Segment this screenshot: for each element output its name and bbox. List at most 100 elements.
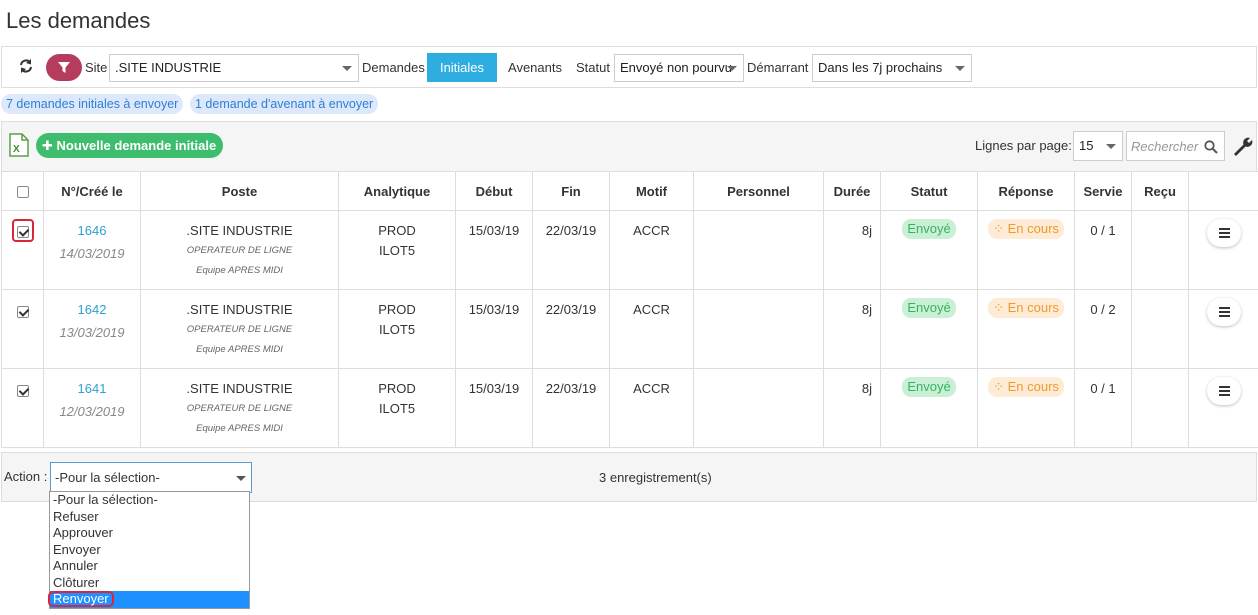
duration: 8j: [861, 223, 872, 238]
pill-initiales-to-send[interactable]: 7 demandes initiales à envoyer: [1, 94, 184, 114]
pill-avenant-to-send[interactable]: 1 demande d'avenant à envoyer: [190, 94, 379, 114]
col-numero[interactable]: N°/Créé le: [43, 171, 141, 211]
option-annuler[interactable]: Annuler: [50, 558, 249, 575]
col-statut[interactable]: Statut: [880, 171, 978, 211]
poste-site: .SITE INDUSTRIE: [186, 302, 293, 317]
row-checkbox[interactable]: [16, 305, 29, 318]
lines-per-page-select[interactable]: 15: [1073, 131, 1123, 161]
table-row: 1641 12/03/2019 .SITE INDUSTRIE OPERATEUR …: [1, 368, 1258, 448]
option-envoyer[interactable]: Envoyer: [50, 542, 249, 559]
table-row: 1642 13/03/2019 .SITE INDUSTRIE OPERATEUR …: [1, 289, 1258, 369]
response-text: En cours: [1007, 300, 1059, 315]
response-text: En cours: [1007, 221, 1059, 236]
end-date: 22/03/19: [545, 302, 597, 317]
table-header-row: N°/Créé le Poste Analytique Début Fin Mo…: [1, 171, 1258, 211]
motif: ACCR: [633, 381, 670, 396]
option-renvoyer[interactable]: Renvoyer: [48, 591, 249, 608]
end-date: 22/03/19: [545, 381, 597, 396]
duration: 8j: [861, 381, 872, 396]
svg-text:X: X: [13, 144, 20, 155]
funnel-icon: [58, 61, 70, 73]
demarrant-select-value: Dans les 7j prochains: [818, 60, 943, 75]
select-all-checkbox[interactable]: [16, 186, 29, 199]
col-motif[interactable]: Motif: [609, 171, 694, 211]
row-checkbox[interactable]: [16, 384, 29, 397]
received: [1132, 369, 1188, 379]
analytique-1: PROD: [378, 381, 416, 396]
poste-site: .SITE INDUSTRIE: [186, 223, 293, 238]
col-personnel[interactable]: Personnel: [693, 171, 824, 211]
search-input[interactable]: Rechercher: [1126, 131, 1225, 161]
site-select[interactable]: .SITE INDUSTRIE: [109, 54, 359, 82]
new-initial-request-button[interactable]: ✚ Nouvelle demande initiale: [36, 133, 224, 158]
page-title: Les demandes: [6, 8, 151, 33]
tab-initiales[interactable]: Initiales: [427, 53, 497, 82]
request-number-link[interactable]: 1642: [78, 302, 107, 317]
analytique-2: ILOT5: [378, 322, 416, 337]
site-label: Site: [85, 60, 108, 75]
status-badge: Envoyé: [902, 219, 956, 239]
action-select[interactable]: -Pour la sélection-: [50, 462, 252, 493]
option-approuver[interactable]: Approuver: [50, 525, 249, 542]
row-menu-button[interactable]: [1206, 298, 1241, 326]
duration: 8j: [861, 302, 872, 317]
start-date: 15/03/19: [468, 223, 520, 238]
requests-table: N°/Créé le Poste Analytique Début Fin Mo…: [1, 171, 1258, 448]
demarrant-label: Démarrant: [747, 60, 809, 75]
poste-title: OPERATEUR DE LIGNE: [186, 245, 293, 256]
start-date: 15/03/19: [468, 302, 520, 317]
col-recu[interactable]: Reçu: [1131, 171, 1189, 211]
select-all-header: [1, 171, 44, 211]
status-badge: Envoyé: [902, 377, 956, 397]
received: [1132, 290, 1188, 300]
filter-toggle-button[interactable]: [46, 54, 82, 81]
chevron-down-icon: [955, 66, 965, 71]
col-duree[interactable]: Durée: [823, 171, 881, 211]
search-icon[interactable]: [1204, 140, 1218, 154]
row-checkbox[interactable]: [16, 225, 29, 238]
personnel: [694, 369, 823, 379]
poste-team: Equipe APRES MIDI: [196, 423, 283, 434]
col-fin[interactable]: Fin: [532, 171, 610, 211]
lines-per-page-value: 15: [1079, 138, 1094, 153]
row-checkbox-highlight: [11, 219, 34, 242]
request-number-link[interactable]: 1646: [78, 223, 107, 238]
poste-team: Equipe APRES MIDI: [196, 265, 283, 276]
option-pour-la-selection[interactable]: -Pour la sélection-: [50, 492, 249, 509]
demarrant-select[interactable]: Dans les 7j prochains: [812, 54, 972, 82]
row-menu-button[interactable]: [1206, 219, 1241, 247]
spinner-icon: ⁘: [993, 221, 1004, 236]
served-count: 0 / 1: [1090, 223, 1116, 238]
table-row: 1646 14/03/2019 .SITE INDUSTRIE OPERATEUR …: [1, 210, 1258, 290]
created-date: 12/03/2019: [59, 404, 125, 419]
analytique-1: PROD: [378, 223, 416, 238]
action-dropdown-list: -Pour la sélection- Refuser Approuver En…: [48, 491, 250, 609]
col-analytique[interactable]: Analytique: [338, 171, 456, 211]
refresh-icon[interactable]: [18, 58, 34, 74]
excel-export-icon[interactable]: X: [9, 133, 29, 157]
served-count: 0 / 2: [1090, 302, 1116, 317]
request-number-link[interactable]: 1641: [78, 381, 107, 396]
statut-label: Statut: [576, 60, 610, 75]
col-servie[interactable]: Servie: [1074, 171, 1132, 211]
wrench-icon[interactable]: [1231, 135, 1253, 157]
col-reponse[interactable]: Réponse: [977, 171, 1075, 211]
spinner-icon: ⁘: [993, 379, 1004, 394]
row-menu-button[interactable]: [1206, 377, 1241, 405]
poste-title: OPERATEUR DE LIGNE: [186, 403, 293, 414]
received: [1132, 211, 1188, 221]
demandes-label: Demandes: [362, 60, 425, 75]
chevron-down-icon: [1106, 144, 1116, 149]
option-refuser[interactable]: Refuser: [50, 509, 249, 526]
option-cloturer[interactable]: Clôturer: [50, 575, 249, 592]
search-placeholder: Rechercher: [1131, 139, 1199, 154]
new-initial-request-label: Nouvelle demande initiale: [56, 138, 217, 153]
response-badge: ⁘ En cours: [988, 377, 1064, 397]
col-debut[interactable]: Début: [455, 171, 533, 211]
col-poste[interactable]: Poste: [140, 171, 339, 211]
poste-team: Equipe APRES MIDI: [196, 344, 283, 355]
statut-select[interactable]: Envoyé non pourvu: [614, 54, 744, 82]
tab-avenants[interactable]: Avenants: [499, 53, 571, 82]
created-date: 14/03/2019: [59, 246, 125, 261]
poste-title: OPERATEUR DE LIGNE: [186, 324, 293, 335]
